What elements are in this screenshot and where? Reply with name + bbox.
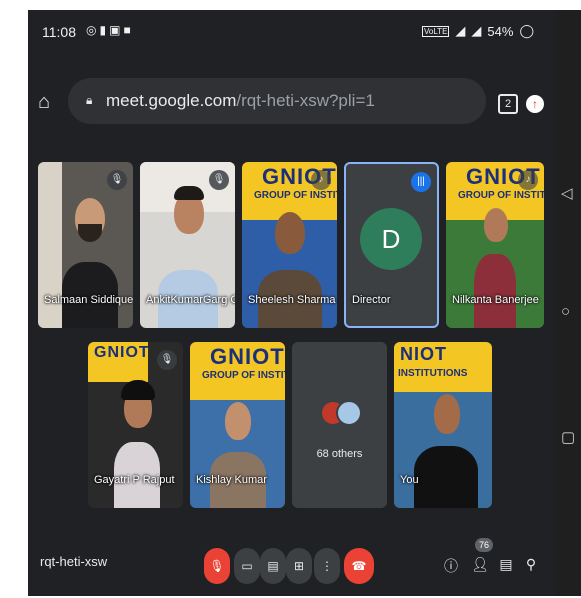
status-time: 11:08 xyxy=(42,24,76,40)
home-nav-icon[interactable]: ○ xyxy=(561,304,570,320)
person-body xyxy=(414,446,478,508)
whatsapp-icon: ◎ xyxy=(86,23,100,37)
url-field[interactable]: 🔒︎ meet.google.com/rqt-heti-xsw?pli=1 xyxy=(68,78,486,124)
lock-icon[interactable]: 🔒︎ xyxy=(86,93,92,108)
back-icon[interactable]: ◁ xyxy=(561,186,573,202)
participant-tile-you[interactable]: NIOT INSTITUTIONS You xyxy=(394,342,492,508)
participant-name: AnkitKumarGarg G xyxy=(146,294,235,306)
person-hair xyxy=(174,186,204,200)
banner-subtitle: GROUP OF INSTITUTIONS xyxy=(458,190,544,201)
participant-name: Director xyxy=(352,294,391,306)
update-icon[interactable]: ↑ xyxy=(526,95,544,113)
activities-icon[interactable]: ⚲ xyxy=(522,556,540,573)
notification-icon: ▮ xyxy=(99,23,110,37)
gallery-icon: ▣ xyxy=(109,23,124,37)
participant-name: You xyxy=(400,474,419,486)
android-nav-bar: ◁ ○ ▢ xyxy=(556,10,581,596)
person-head xyxy=(484,208,508,242)
others-avatar-2 xyxy=(336,400,362,426)
mic-off-icon: 🎙︎ xyxy=(157,350,177,370)
volume-icon: ♪ xyxy=(311,170,331,190)
battery-text: 54% xyxy=(487,23,514,39)
meeting-code[interactable]: rqt-heti-xsw xyxy=(40,554,107,569)
status-bar: 11:08 ◎▮▣■ VoLTE ◢ ◢ 54% ◯ xyxy=(28,10,556,52)
person-hat xyxy=(121,380,155,400)
participant-tile-ankit[interactable]: 🎙︎ AnkitKumarGarg G xyxy=(140,162,235,328)
end-call-button[interactable]: ☎ xyxy=(344,548,374,584)
participant-tile-others[interactable]: 68 others xyxy=(292,342,387,508)
person-head xyxy=(225,402,251,440)
browser-address-bar: ⌂ 🔒︎ meet.google.com/rqt-heti-xsw?pli=1 … xyxy=(28,62,556,140)
participant-tile-kishlay[interactable]: GNIOT GROUP OF INSTITUTIONS Kishlay Kuma… xyxy=(190,342,285,508)
banner-title: GNIOT xyxy=(210,344,285,369)
captions-button[interactable]: ▤ xyxy=(260,548,286,584)
participant-tile-salmaan[interactable]: 🎙︎ Salmaan Siddique xyxy=(38,162,133,328)
banner-subtitle: GROUP OF INSTITUTIONS xyxy=(202,370,285,381)
microphone-toggle-button[interactable]: 🎙︎ xyxy=(204,548,230,584)
battery-icon: ◯ xyxy=(519,23,534,38)
volume-icon: ♪ xyxy=(518,170,538,190)
person-head xyxy=(434,394,460,434)
recents-icon[interactable]: ▢ xyxy=(561,430,575,446)
url-text[interactable]: meet.google.com/rqt-heti-xsw?pli=1 xyxy=(106,91,375,111)
person-head xyxy=(275,212,305,254)
participant-tile-director[interactable]: D ||| Director xyxy=(344,162,439,328)
more-options-button[interactable]: ⋮ xyxy=(314,548,340,584)
participant-name: Nilkanta Banerjee xyxy=(452,294,539,306)
participant-name: Kishlay Kumar xyxy=(196,474,267,486)
video-icon: ■ xyxy=(123,23,134,37)
person-body xyxy=(474,254,516,328)
people-icon[interactable]: 👤︎ xyxy=(471,556,489,573)
participant-name: Gayatri P Rajput xyxy=(94,474,175,486)
raise-hand-button[interactable]: ⊞ xyxy=(286,548,312,584)
mic-off-icon: 🎙︎ xyxy=(209,170,229,190)
gniot-banner-mirrored: NIOT INSTITUTIONS xyxy=(394,342,492,392)
people-count-badge: 76 xyxy=(475,538,493,552)
gniot-banner: GNIOT xyxy=(88,342,150,382)
phone-screen: 11:08 ◎▮▣■ VoLTE ◢ ◢ 54% ◯ ⌂ 🔒︎ meet.goo… xyxy=(28,10,556,596)
person-beard xyxy=(78,224,102,242)
call-controls: rqt-heti-xsw 🎙︎ ▭ ▤ ⊞ ⋮ ☎ ⓘ 👤︎ 76 ▤ ⚲ xyxy=(28,528,556,596)
banner-subtitle: INSTITUTIONS xyxy=(398,368,468,379)
notification-icons: ◎▮▣■ xyxy=(86,23,134,37)
home-icon[interactable]: ⌂ xyxy=(38,92,58,112)
banner-title: NIOT xyxy=(400,344,447,364)
participant-name: Salmaan Siddique xyxy=(44,294,133,306)
signal-icon-2: ◢ xyxy=(471,23,482,38)
url-path: /rqt-heti-xsw?pli=1 xyxy=(236,91,375,110)
url-domain: meet.google.com xyxy=(106,91,237,110)
director-avatar: D xyxy=(360,208,422,270)
tab-switcher-button[interactable]: 2 xyxy=(498,94,518,114)
gniot-banner: GNIOT GROUP OF INSTITUTIONS xyxy=(190,342,285,400)
info-icon[interactable]: ⓘ xyxy=(442,556,460,576)
participant-tile-sheelesh[interactable]: GNIOT GROUP OF INSTITUTIONS ♪ Sheelesh S… xyxy=(242,162,337,328)
volte-icon: VoLTE xyxy=(421,25,450,37)
participant-tile-gayatri[interactable]: GNIOT 🎙︎ Gayatri P Rajput xyxy=(88,342,183,508)
speaking-indicator-icon: ||| xyxy=(411,172,431,192)
status-right: VoLTE ◢ ◢ 54% ◯ xyxy=(421,23,534,39)
mic-off-icon: 🎙︎ xyxy=(107,170,127,190)
camera-toggle-button[interactable]: ▭ xyxy=(234,548,260,584)
chat-icon[interactable]: ▤ xyxy=(497,556,515,573)
signal-icon: ◢ xyxy=(455,23,466,38)
participant-tile-nilkanta[interactable]: GNIOT GROUP OF INSTITUTIONS ♪ Nilkanta B… xyxy=(446,162,544,328)
banner-subtitle: GROUP OF INSTITUTIONS xyxy=(254,190,337,201)
banner-title: GNIOT xyxy=(94,344,150,361)
others-count: 68 others xyxy=(316,448,363,460)
participant-name: Sheelesh Sharma xyxy=(248,294,336,306)
